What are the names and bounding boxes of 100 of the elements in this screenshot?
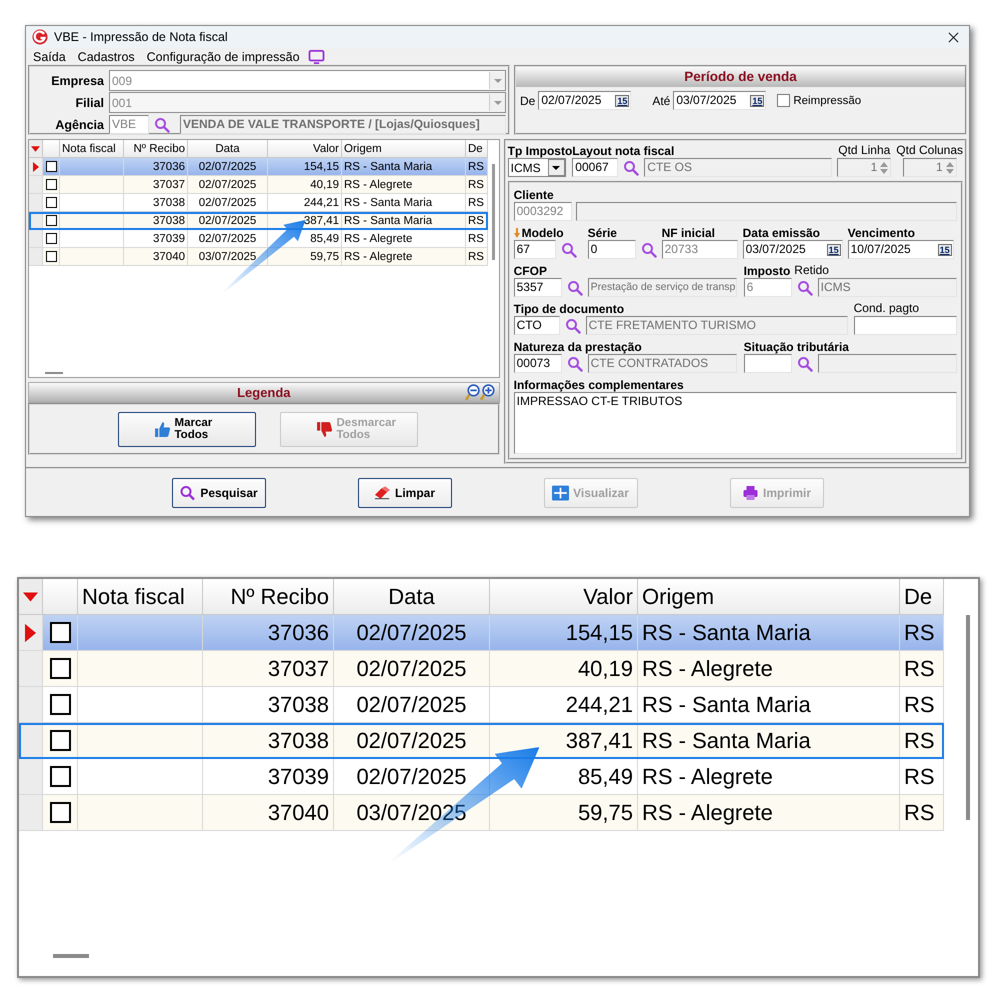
calendar-button[interactable]: 15 bbox=[826, 244, 841, 256]
scrollbar-thumb[interactable] bbox=[53, 954, 89, 958]
calendar-button[interactable]: 15 bbox=[750, 94, 764, 107]
field-label: Filial bbox=[74, 96, 105, 110]
table-cell: RS bbox=[468, 250, 484, 263]
table-cell: RS bbox=[904, 692, 935, 718]
table-row[interactable]: 37038 02/07/2025 387,41 RS - Santa Maria RS bbox=[29, 212, 488, 230]
checkbox[interactable] bbox=[50, 730, 70, 751]
column-header[interactable]: De bbox=[466, 140, 488, 158]
input-field[interactable]: CTO bbox=[514, 316, 560, 336]
table-cell: 37036 bbox=[268, 620, 329, 646]
table-row[interactable]: 37036 02/07/2025 154,15 RS - Santa Maria RS bbox=[19, 615, 944, 651]
checkbox[interactable] bbox=[46, 233, 56, 244]
search-icon[interactable] bbox=[566, 280, 583, 296]
menu-item[interactable]: Configuração de impressão bbox=[146, 50, 300, 64]
date-field[interactable]: 10/07/2025 15 bbox=[848, 240, 954, 260]
menu-item[interactable]: Cadastros bbox=[78, 50, 135, 64]
search-icon[interactable] bbox=[796, 356, 813, 372]
table-row[interactable]: 37037 02/07/2025 40,19 RS - Alegrete RS bbox=[29, 176, 488, 194]
table-cell: 85,49 bbox=[310, 232, 339, 245]
table-row[interactable]: 37040 03/07/2025 59,75 RS - Alegrete RS bbox=[29, 248, 488, 266]
input-field[interactable] bbox=[854, 316, 957, 336]
search-icon[interactable] bbox=[154, 116, 170, 133]
table-cell: 02/07/2025 bbox=[356, 656, 467, 682]
checkbox[interactable] bbox=[46, 161, 56, 172]
input-field[interactable]: 00067 bbox=[572, 158, 618, 178]
column-header[interactable]: Origem bbox=[342, 140, 466, 158]
checkbox[interactable] bbox=[50, 622, 70, 643]
input-field[interactable] bbox=[744, 354, 792, 374]
checkbox[interactable] bbox=[50, 766, 70, 787]
menu-item[interactable]: Saída bbox=[33, 50, 66, 64]
input-field[interactable]: 0 bbox=[588, 240, 636, 260]
column-header[interactable]: Valor bbox=[268, 140, 342, 158]
column-header[interactable]: Valor bbox=[490, 579, 638, 615]
checkbox[interactable] bbox=[46, 215, 56, 226]
table-row[interactable]: 37037 02/07/2025 40,19 RS - Alegrete RS bbox=[19, 651, 944, 687]
checkbox[interactable] bbox=[50, 658, 70, 679]
table-row[interactable]: 37040 03/07/2025 59,75 RS - Alegrete RS bbox=[19, 795, 944, 831]
column-header[interactable]: De bbox=[900, 579, 944, 615]
search-button[interactable]: Pesquisar bbox=[172, 478, 266, 508]
input-field[interactable]: 20733 bbox=[662, 240, 738, 260]
input-field[interactable]: 6 bbox=[744, 278, 792, 298]
date-field[interactable]: 03/07/2025 15 bbox=[673, 91, 766, 110]
checkbox[interactable] bbox=[777, 94, 790, 108]
checkbox[interactable] bbox=[46, 251, 56, 262]
table-row[interactable]: 37039 02/07/2025 85,49 RS - Alegrete RS bbox=[29, 230, 488, 248]
field-label: Até bbox=[652, 94, 670, 108]
required-icon bbox=[514, 228, 520, 238]
input-field[interactable]: 5357 bbox=[514, 278, 562, 298]
column-header[interactable]: Nº Recibo bbox=[124, 140, 188, 158]
table-row[interactable]: 37039 02/07/2025 85,49 RS - Alegrete RS bbox=[19, 759, 944, 795]
table-row[interactable]: 37038 02/07/2025 244,21 RS - Santa Maria RS bbox=[19, 687, 944, 723]
scrollbar-thumb[interactable] bbox=[45, 372, 63, 374]
column-header[interactable]: Origem bbox=[638, 579, 900, 615]
column-header[interactable]: Nº Recibo bbox=[203, 579, 334, 615]
select-all-button[interactable]: Marcar Todos bbox=[118, 412, 256, 447]
input-field[interactable]: 00073 bbox=[514, 354, 562, 374]
column-header[interactable]: Data bbox=[334, 579, 490, 615]
column-header[interactable]: Nota fiscal bbox=[78, 579, 203, 615]
table-cell: RS bbox=[904, 728, 935, 754]
checkbox[interactable] bbox=[46, 197, 56, 208]
close-icon[interactable] bbox=[948, 32, 959, 43]
input-field[interactable]: 67 bbox=[514, 240, 556, 260]
spinner-icon[interactable] bbox=[944, 160, 955, 176]
table-cell: 37038 bbox=[268, 692, 329, 718]
table-row[interactable]: 37036 02/07/2025 154,15 RS - Santa Maria RS bbox=[29, 158, 488, 176]
sort-indicator-icon[interactable] bbox=[31, 146, 40, 152]
date-field[interactable]: 03/07/2025 15 bbox=[742, 240, 843, 260]
search-icon[interactable] bbox=[560, 242, 577, 258]
sort-indicator-icon[interactable] bbox=[23, 592, 38, 602]
table-cell: RS bbox=[468, 232, 484, 245]
column-header[interactable]: Nota fiscal bbox=[60, 140, 124, 158]
table-cell: 154,15 bbox=[566, 620, 633, 646]
text-area[interactable]: IMPRESSAO CT-E TRIBUTOS bbox=[514, 392, 957, 454]
zoom-icon[interactable] bbox=[464, 384, 497, 402]
calendar-button[interactable]: 15 bbox=[938, 244, 952, 256]
checkbox[interactable] bbox=[46, 179, 56, 190]
dropdown[interactable]: 009 bbox=[109, 70, 506, 92]
table-row[interactable]: 37038 02/07/2025 387,41 RS - Santa Maria RS bbox=[19, 723, 944, 759]
number-field[interactable]: 1 bbox=[837, 158, 892, 178]
search-icon[interactable] bbox=[623, 160, 640, 176]
search-icon[interactable] bbox=[796, 280, 813, 296]
checkbox[interactable] bbox=[50, 694, 70, 715]
table-row[interactable]: 37038 02/07/2025 244,21 RS - Santa Maria RS bbox=[29, 194, 488, 212]
date-field[interactable]: 02/07/2025 15 bbox=[538, 91, 632, 110]
column-header[interactable]: Data bbox=[188, 140, 268, 158]
calendar-button[interactable]: 15 bbox=[615, 94, 630, 107]
number-field[interactable]: 1 bbox=[902, 158, 957, 178]
spinner-icon[interactable] bbox=[879, 160, 890, 176]
field-label: Série bbox=[588, 225, 618, 240]
search-icon[interactable] bbox=[566, 356, 583, 372]
scrollbar[interactable] bbox=[966, 615, 970, 820]
checkbox[interactable] bbox=[50, 802, 70, 823]
search-icon[interactable] bbox=[564, 318, 581, 334]
dropdown[interactable]: ICMS bbox=[508, 158, 566, 178]
clear-button[interactable]: Limpar bbox=[358, 478, 452, 508]
search-icon[interactable] bbox=[640, 242, 657, 258]
input-field[interactable]: 0003292 bbox=[514, 202, 572, 222]
input-field[interactable]: VBE bbox=[109, 115, 149, 134]
monitor-icon[interactable] bbox=[308, 50, 325, 64]
